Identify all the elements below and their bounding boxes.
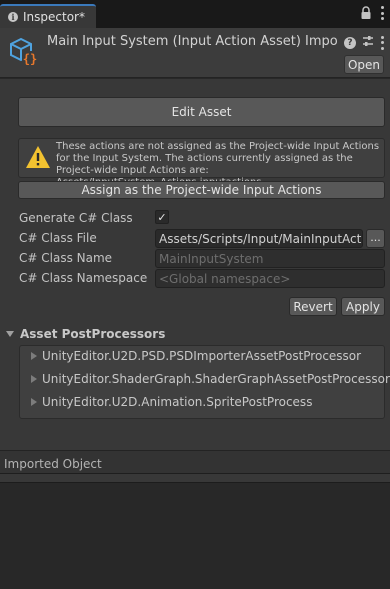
foldout-collapsed-icon	[31, 352, 37, 360]
browse-button[interactable]: ...	[366, 229, 385, 248]
input-action-asset-icon: {}	[8, 36, 40, 68]
header-tools: ?	[344, 35, 384, 50]
imported-object-header[interactable]: Imported Object	[0, 450, 390, 474]
settings-sliders-icon[interactable]	[362, 35, 374, 50]
list-item-label: UnityEditor.ShaderGraph.ShaderGraphAsset…	[42, 372, 390, 386]
lock-icon[interactable]	[360, 6, 372, 20]
foldout-collapsed-icon	[31, 398, 37, 406]
generate-class-checkbox[interactable]: ✓	[155, 210, 169, 224]
class-namespace-label: C# Class Namespace	[19, 271, 148, 285]
postprocessors-foldout[interactable]: Asset PostProcessors	[6, 327, 165, 341]
list-item[interactable]: UnityEditor.U2D.PSD.PSDImporterAssetPost…	[31, 349, 361, 363]
generate-class-label: Generate C# Class	[19, 211, 133, 225]
info-icon: i	[8, 12, 18, 22]
tab-menu-icon[interactable]	[380, 6, 384, 20]
apply-button[interactable]: Apply	[341, 297, 385, 316]
foldout-collapsed-icon	[31, 375, 37, 383]
header-title: Main Input System (Input Action Asset) I…	[47, 34, 337, 49]
inspector-header: {} Main Input System (Input Action Asset…	[0, 28, 390, 78]
tab-bar: i Inspector*	[0, 0, 390, 28]
edit-asset-button[interactable]: Edit Asset	[18, 97, 385, 127]
assign-project-wide-button[interactable]: Assign as the Project-wide Input Actions	[18, 181, 385, 199]
postprocessors-list: UnityEditor.U2D.PSD.PSDImporterAssetPost…	[19, 345, 390, 419]
list-item-label: UnityEditor.U2D.PSD.PSDImporterAssetPost…	[42, 349, 362, 363]
list-item[interactable]: UnityEditor.ShaderGraph.ShaderGraphAsset…	[31, 372, 390, 386]
class-namespace-field[interactable]: <Global namespace>	[155, 269, 385, 288]
class-file-label: C# Class File	[19, 231, 97, 245]
help-icon[interactable]: ?	[344, 36, 356, 49]
list-item[interactable]: UnityEditor.U2D.Animation.SpritePostProc…	[31, 395, 312, 409]
foldout-expanded-icon	[6, 331, 14, 337]
svg-text:{}: {}	[23, 52, 37, 66]
revert-button[interactable]: Revert	[289, 297, 337, 316]
open-button[interactable]: Open	[344, 55, 384, 74]
imported-object-label: Imported Object	[4, 457, 102, 471]
warning-icon	[25, 145, 51, 169]
tab-inspector[interactable]: i Inspector*	[0, 4, 96, 28]
tab-bar-tools	[360, 6, 384, 20]
postprocessors-title: Asset PostProcessors	[20, 327, 166, 341]
warning-helpbox: These actions are not assigned as the Pr…	[18, 138, 385, 188]
imported-object-preview	[0, 482, 390, 589]
header-menu-icon[interactable]	[380, 35, 384, 50]
class-file-field[interactable]: Assets/Scripts/Input/MainInputActions.cs	[155, 229, 363, 248]
class-name-label: C# Class Name	[19, 251, 113, 265]
list-item-label: UnityEditor.U2D.Animation.SpritePostProc…	[42, 395, 313, 409]
class-name-field[interactable]: MainInputSystem	[155, 249, 385, 268]
tab-label: Inspector*	[23, 10, 85, 24]
